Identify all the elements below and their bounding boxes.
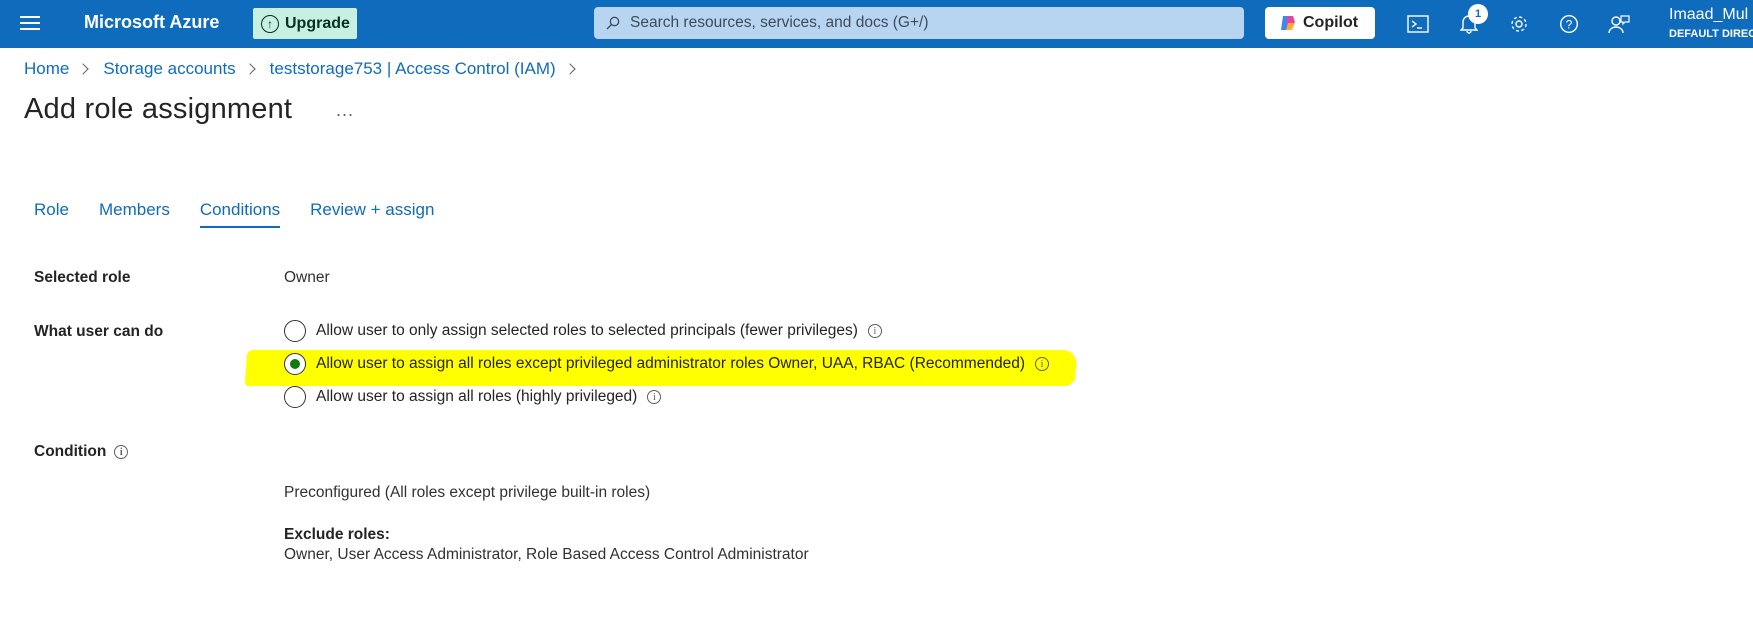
user-directory[interactable]: DEFAULT DIREC [1669, 28, 1753, 40]
exclude-roles-label: Exclude roles: [284, 526, 390, 543]
condition-label: Condition [34, 443, 107, 460]
search-icon [606, 16, 620, 30]
option-recommended[interactable]: Allow user to assign all roles except pr… [284, 353, 1049, 375]
option-label: Allow user to only assign selected roles… [316, 322, 858, 339]
breadcrumb-access-control[interactable]: teststorage753 | Access Control (IAM) [270, 59, 556, 79]
option-label: Allow user to assign all roles (highly p… [316, 388, 638, 405]
help-question-icon[interactable]: ? [1556, 11, 1582, 37]
option-fewer-privileges[interactable]: Allow user to only assign selected roles… [284, 320, 882, 342]
feedback-icon[interactable] [1606, 11, 1632, 37]
cloud-shell-icon[interactable] [1405, 11, 1431, 37]
tab-review-assign[interactable]: Review + assign [310, 200, 434, 228]
notification-count-badge: 1 [1468, 4, 1488, 24]
page-title: Add role assignment [24, 93, 293, 125]
search-input[interactable] [630, 14, 1210, 32]
radio-button-selected[interactable] [284, 353, 306, 375]
option-label: Allow user to assign all roles except pr… [316, 355, 1025, 372]
settings-gear-icon[interactable] [1506, 11, 1532, 37]
brand-name[interactable]: Microsoft Azure [84, 12, 219, 33]
exclude-roles-value: Owner, User Access Administrator, Role B… [284, 546, 809, 563]
tab-role[interactable]: Role [34, 200, 69, 228]
radio-button[interactable] [284, 320, 306, 342]
more-options-icon[interactable]: ... [336, 100, 354, 121]
copilot-logo-icon [1281, 16, 1295, 30]
svg-text:?: ? [1566, 18, 1573, 32]
chevron-right-icon [244, 63, 256, 75]
info-icon[interactable]: i [647, 390, 662, 404]
arrow-up-circle-icon: ↑ [261, 14, 279, 33]
hamburger-menu-icon[interactable] [20, 16, 40, 32]
upgrade-button[interactable]: ↑ Upgrade [253, 8, 357, 39]
selected-role-label: Selected role [34, 269, 131, 286]
option-highly-privileged[interactable]: Allow user to assign all roles (highly p… [284, 386, 662, 408]
condition-label-row: Condition i [34, 443, 129, 461]
copilot-label: Copilot [1303, 14, 1359, 31]
radio-button[interactable] [284, 386, 306, 408]
info-icon[interactable]: i [1034, 357, 1049, 371]
what-user-can-do-label: What user can do [34, 323, 164, 340]
chevron-right-icon [77, 63, 90, 75]
wizard-tabs: Role Members Conditions Review + assign [34, 200, 434, 228]
upgrade-label: Upgrade [285, 14, 350, 32]
breadcrumb-home[interactable]: Home [24, 59, 69, 79]
condition-value: Preconfigured (All roles except privileg… [284, 484, 651, 501]
global-search[interactable] [594, 7, 1244, 39]
top-bar: Microsoft Azure ↑ Upgrade Copilot 1 ? Im… [0, 0, 1753, 48]
breadcrumb-storage-accounts[interactable]: Storage accounts [103, 59, 235, 79]
breadcrumb: Home Storage accounts teststorage753 | A… [24, 59, 590, 79]
user-name[interactable]: Imaad_Mul [1669, 6, 1748, 24]
selected-role-value: Owner [284, 269, 330, 286]
copilot-button[interactable]: Copilot [1265, 7, 1375, 39]
info-icon[interactable]: i [114, 445, 129, 459]
tab-conditions[interactable]: Conditions [199, 200, 281, 228]
tab-members[interactable]: Members [99, 200, 170, 228]
chevron-right-icon [563, 63, 576, 75]
info-icon[interactable]: i [867, 324, 882, 338]
